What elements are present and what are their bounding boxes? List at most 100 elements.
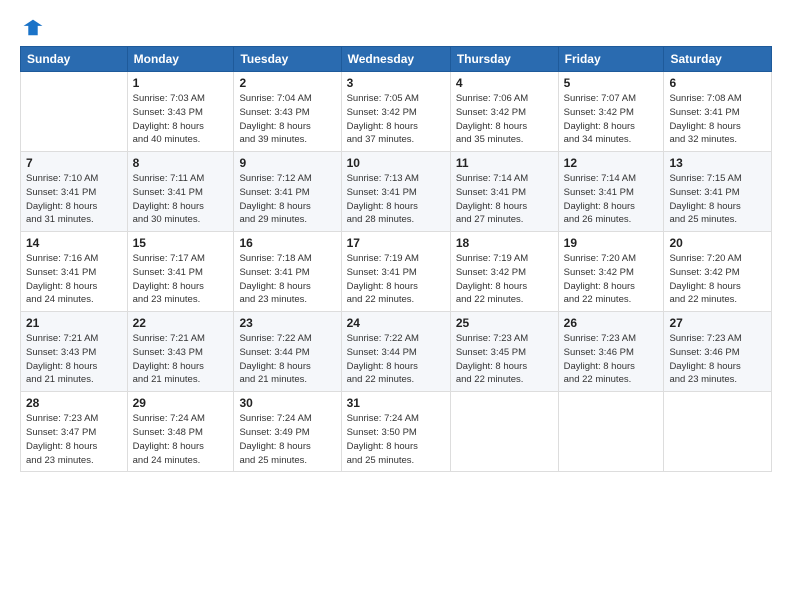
day-cell: 5 Sunrise: 7:07 AMSunset: 3:42 PMDaylight… — [558, 72, 664, 152]
day-info: Sunrise: 7:20 AMSunset: 3:42 PMDaylight:… — [564, 252, 659, 307]
day-number: 8 — [133, 156, 229, 170]
day-number: 1 — [133, 76, 229, 90]
day-cell: 24Sunrise: 7:22 AMSunset: 3:44 PMDayligh… — [341, 312, 450, 392]
day-number: 11 — [456, 156, 553, 170]
day-cell — [664, 392, 772, 472]
day-info: Sunrise: 7:13 AMSunset: 3:41 PMDaylight:… — [347, 172, 445, 227]
day-cell: 3 Sunrise: 7:05 AMSunset: 3:42 PMDaylight… — [341, 72, 450, 152]
day-info: Sunrise: 7:16 AMSunset: 3:41 PMDaylight:… — [26, 252, 122, 307]
day-number: 30 — [239, 396, 335, 410]
day-cell: 29Sunrise: 7:24 AMSunset: 3:48 PMDayligh… — [127, 392, 234, 472]
day-info: Sunrise: 7:23 AMSunset: 3:46 PMDaylight:… — [669, 332, 766, 387]
day-info: Sunrise: 7:10 AMSunset: 3:41 PMDaylight:… — [26, 172, 122, 227]
day-cell — [21, 72, 128, 152]
day-cell: 20 Sunrise: 7:20 AMSunset: 3:42 PMDayligh… — [664, 232, 772, 312]
day-cell: 15Sunrise: 7:17 AMSunset: 3:41 PMDayligh… — [127, 232, 234, 312]
day-number: 12 — [564, 156, 659, 170]
week-row-4: 21 Sunrise: 7:21 AMSunset: 3:43 PMDayligh… — [21, 312, 772, 392]
week-row-2: 7 Sunrise: 7:10 AMSunset: 3:41 PMDaylight… — [21, 152, 772, 232]
day-number: 7 — [26, 156, 122, 170]
day-info: Sunrise: 7:21 AMSunset: 3:43 PMDaylight:… — [133, 332, 229, 387]
day-info: Sunrise: 7:23 AMSunset: 3:45 PMDaylight:… — [456, 332, 553, 387]
day-info: Sunrise: 7:06 AMSunset: 3:42 PMDaylight:… — [456, 92, 553, 147]
day-cell: 8 Sunrise: 7:11 AMSunset: 3:41 PMDaylight… — [127, 152, 234, 232]
day-number: 5 — [564, 76, 659, 90]
header — [20, 18, 772, 40]
day-number: 22 — [133, 316, 229, 330]
weekday-header-monday: Monday — [127, 47, 234, 72]
weekday-header-friday: Friday — [558, 47, 664, 72]
day-info: Sunrise: 7:05 AMSunset: 3:42 PMDaylight:… — [347, 92, 445, 147]
day-number: 21 — [26, 316, 122, 330]
day-cell: 19 Sunrise: 7:20 AMSunset: 3:42 PMDayligh… — [558, 232, 664, 312]
day-cell: 13Sunrise: 7:15 AMSunset: 3:41 PMDayligh… — [664, 152, 772, 232]
day-number: 31 — [347, 396, 445, 410]
day-info: Sunrise: 7:03 AMSunset: 3:43 PMDaylight:… — [133, 92, 229, 147]
day-number: 16 — [239, 236, 335, 250]
day-cell: 21 Sunrise: 7:21 AMSunset: 3:43 PMDayligh… — [21, 312, 128, 392]
day-cell — [450, 392, 558, 472]
day-number: 27 — [669, 316, 766, 330]
day-number: 24 — [347, 316, 445, 330]
weekday-header-sunday: Sunday — [21, 47, 128, 72]
week-row-5: 28 Sunrise: 7:23 AMSunset: 3:47 PMDayligh… — [21, 392, 772, 472]
day-info: Sunrise: 7:23 AMSunset: 3:46 PMDaylight:… — [564, 332, 659, 387]
day-number: 28 — [26, 396, 122, 410]
day-info: Sunrise: 7:08 AMSunset: 3:41 PMDaylight:… — [669, 92, 766, 147]
day-cell: 16Sunrise: 7:18 AMSunset: 3:41 PMDayligh… — [234, 232, 341, 312]
day-cell: 14 Sunrise: 7:16 AMSunset: 3:41 PMDayligh… — [21, 232, 128, 312]
day-cell: 11 Sunrise: 7:14 AMSunset: 3:41 PMDayligh… — [450, 152, 558, 232]
logo-icon — [22, 18, 44, 40]
day-cell: 17 Sunrise: 7:19 AMSunset: 3:41 PMDayligh… — [341, 232, 450, 312]
day-cell: 25 Sunrise: 7:23 AMSunset: 3:45 PMDayligh… — [450, 312, 558, 392]
day-cell: 18 Sunrise: 7:19 AMSunset: 3:42 PMDayligh… — [450, 232, 558, 312]
day-number: 18 — [456, 236, 553, 250]
day-number: 10 — [347, 156, 445, 170]
week-row-3: 14 Sunrise: 7:16 AMSunset: 3:41 PMDayligh… — [21, 232, 772, 312]
day-cell: 7 Sunrise: 7:10 AMSunset: 3:41 PMDaylight… — [21, 152, 128, 232]
day-cell: 9 Sunrise: 7:12 AMSunset: 3:41 PMDaylight… — [234, 152, 341, 232]
day-number: 23 — [239, 316, 335, 330]
calendar: SundayMondayTuesdayWednesdayThursdayFrid… — [20, 46, 772, 472]
day-info: Sunrise: 7:22 AMSunset: 3:44 PMDaylight:… — [239, 332, 335, 387]
day-number: 4 — [456, 76, 553, 90]
day-cell: 12Sunrise: 7:14 AMSunset: 3:41 PMDayligh… — [558, 152, 664, 232]
day-cell: 27 Sunrise: 7:23 AMSunset: 3:46 PMDayligh… — [664, 312, 772, 392]
day-cell: 22 Sunrise: 7:21 AMSunset: 3:43 PMDayligh… — [127, 312, 234, 392]
day-cell: 10 Sunrise: 7:13 AMSunset: 3:41 PMDayligh… — [341, 152, 450, 232]
day-cell: 28 Sunrise: 7:23 AMSunset: 3:47 PMDayligh… — [21, 392, 128, 472]
day-number: 9 — [239, 156, 335, 170]
day-info: Sunrise: 7:19 AMSunset: 3:42 PMDaylight:… — [456, 252, 553, 307]
day-number: 3 — [347, 76, 445, 90]
day-number: 25 — [456, 316, 553, 330]
weekday-header-row: SundayMondayTuesdayWednesdayThursdayFrid… — [21, 47, 772, 72]
day-info: Sunrise: 7:14 AMSunset: 3:41 PMDaylight:… — [456, 172, 553, 227]
day-cell: 26 Sunrise: 7:23 AMSunset: 3:46 PMDayligh… — [558, 312, 664, 392]
day-info: Sunrise: 7:11 AMSunset: 3:41 PMDaylight:… — [133, 172, 229, 227]
day-info: Sunrise: 7:24 AMSunset: 3:49 PMDaylight:… — [239, 412, 335, 467]
day-number: 15 — [133, 236, 229, 250]
day-info: Sunrise: 7:23 AMSunset: 3:47 PMDaylight:… — [26, 412, 122, 467]
day-cell: 1 Sunrise: 7:03 AMSunset: 3:43 PMDaylight… — [127, 72, 234, 152]
day-info: Sunrise: 7:12 AMSunset: 3:41 PMDaylight:… — [239, 172, 335, 227]
day-number: 13 — [669, 156, 766, 170]
day-info: Sunrise: 7:19 AMSunset: 3:41 PMDaylight:… — [347, 252, 445, 307]
weekday-header-thursday: Thursday — [450, 47, 558, 72]
day-info: Sunrise: 7:20 AMSunset: 3:42 PMDaylight:… — [669, 252, 766, 307]
day-number: 20 — [669, 236, 766, 250]
weekday-header-saturday: Saturday — [664, 47, 772, 72]
day-number: 17 — [347, 236, 445, 250]
day-number: 19 — [564, 236, 659, 250]
day-cell: 6Sunrise: 7:08 AMSunset: 3:41 PMDaylight… — [664, 72, 772, 152]
day-info: Sunrise: 7:24 AMSunset: 3:50 PMDaylight:… — [347, 412, 445, 467]
logo — [20, 18, 44, 40]
day-number: 26 — [564, 316, 659, 330]
day-cell: 2Sunrise: 7:04 AMSunset: 3:43 PMDaylight… — [234, 72, 341, 152]
day-cell: 31 Sunrise: 7:24 AMSunset: 3:50 PMDayligh… — [341, 392, 450, 472]
day-info: Sunrise: 7:21 AMSunset: 3:43 PMDaylight:… — [26, 332, 122, 387]
day-number: 29 — [133, 396, 229, 410]
day-info: Sunrise: 7:07 AMSunset: 3:42 PMDaylight:… — [564, 92, 659, 147]
day-info: Sunrise: 7:04 AMSunset: 3:43 PMDaylight:… — [239, 92, 335, 147]
day-number: 14 — [26, 236, 122, 250]
day-cell — [558, 392, 664, 472]
